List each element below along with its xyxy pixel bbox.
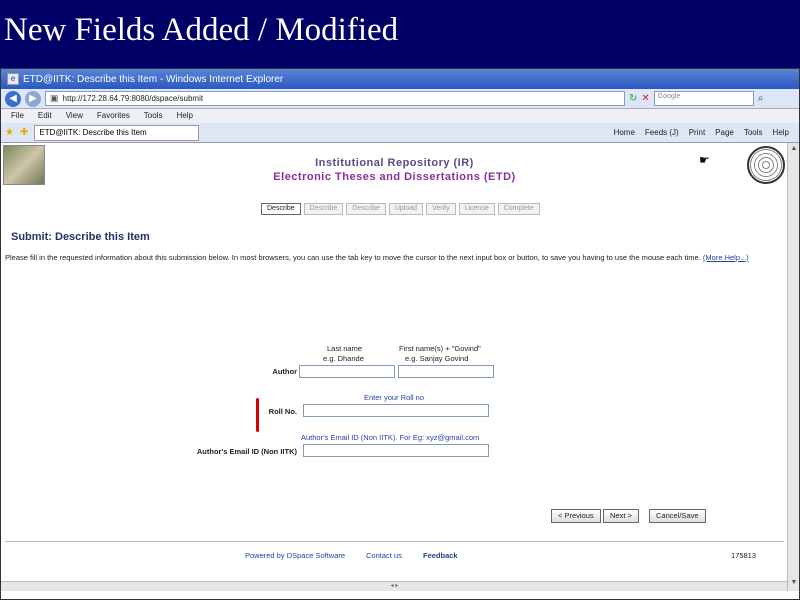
step-verify[interactable]: Verify — [426, 203, 456, 215]
menu-view[interactable]: View — [66, 111, 83, 121]
roll-no-input[interactable] — [303, 404, 489, 417]
email-label: Author's Email ID (Non IITK) — [196, 447, 297, 456]
first-name-example: e.g. Sanjay Govind — [405, 354, 469, 363]
favorites-star-icon[interactable]: ★ — [5, 127, 14, 138]
step-describe-1[interactable]: Describe — [261, 203, 301, 215]
last-name-input[interactable] — [299, 365, 395, 378]
roll-label: Roll No. — [268, 407, 297, 416]
menu-edit[interactable]: Edit — [38, 111, 52, 121]
repo-subtitle: Electronic Theses and Dissertations (ETD… — [273, 171, 516, 183]
last-name-label: Last name — [327, 344, 363, 353]
cmd-print[interactable]: Print — [689, 128, 705, 137]
cmd-page[interactable]: Page — [715, 128, 734, 137]
repo-title: Institutional Repository (IR) — [315, 157, 474, 169]
instructions-text: Please fill in the requested information… — [5, 253, 701, 262]
menu-tools[interactable]: Tools — [144, 111, 163, 121]
search-input[interactable]: Google — [653, 91, 754, 106]
author-label: Author — [272, 367, 297, 376]
page-content: Institutional Repository (IR) Electronic… — [1, 143, 788, 591]
submission-steps: Describe Describe Describe Upload Verify… — [261, 203, 540, 215]
first-name-input[interactable] — [398, 365, 494, 378]
footer-divider — [5, 541, 784, 542]
first-name-label: First name(s) + "Govind" — [399, 344, 481, 353]
feedback-link[interactable]: Feedback — [423, 551, 458, 560]
horizontal-scrollbar[interactable]: ◂ ▸ — [1, 581, 788, 591]
refresh-icon[interactable]: ↻ — [629, 93, 637, 104]
contact-us-link[interactable]: Contact us — [366, 551, 402, 560]
menu-help[interactable]: Help — [176, 111, 192, 121]
logo-hand-icon: ☛ — [699, 153, 710, 167]
add-favorites-icon[interactable]: ✚ — [20, 127, 28, 138]
address-bar: ◀ ▶ ▣ http://172.28.64.79:8080/dspace/su… — [1, 89, 799, 109]
email-hint: Author's Email ID (Non IITK). For Eg: xy… — [301, 433, 480, 442]
cancel-save-button[interactable]: Cancel/Save — [649, 509, 706, 523]
step-describe-3[interactable]: Describe — [346, 203, 386, 215]
email-input[interactable] — [303, 444, 489, 457]
menu-bar: File Edit View Favorites Tools Help — [1, 109, 799, 123]
browser-window: e ETD@IITK: Describe this Item - Windows… — [0, 68, 800, 600]
step-upload[interactable]: Upload — [388, 203, 424, 215]
url-field[interactable]: ▣ http://172.28.64.79:8080/dspace/submit — [45, 91, 625, 106]
previous-button[interactable]: < Previous — [551, 509, 601, 523]
institute-seal-logo — [747, 146, 785, 184]
step-complete[interactable]: Complete — [497, 203, 540, 215]
page-heading: Submit: Describe this Item — [11, 231, 150, 243]
cmd-tools[interactable]: Tools — [744, 128, 763, 137]
cmd-help[interactable]: Help — [773, 128, 789, 137]
menu-favorites[interactable]: Favorites — [97, 111, 130, 121]
cmd-home[interactable]: Home — [614, 128, 635, 137]
scroll-down-icon[interactable]: ▼ — [789, 579, 799, 589]
visitor-count: 175813 — [731, 551, 757, 560]
back-button[interactable]: ◀ — [5, 90, 21, 107]
powered-by-link[interactable]: Powered by DSpace Software — [245, 551, 345, 560]
search-icon[interactable]: ⌕ — [758, 93, 764, 104]
window-titlebar[interactable]: e ETD@IITK: Describe this Item - Windows… — [1, 69, 799, 89]
step-describe-2[interactable]: Describe — [303, 203, 344, 215]
vertical-scrollbar[interactable]: ▲ ▼ — [787, 143, 799, 591]
forward-button[interactable]: ▶ — [25, 90, 41, 107]
ie-logo-icon: e — [7, 73, 19, 85]
last-name-example: e.g. Dhande — [323, 354, 364, 363]
tab-describe-item[interactable]: ETD@IITK: Describe this Item — [34, 124, 200, 141]
window-title: ETD@IITK: Describe this Item - Windows I… — [23, 73, 284, 85]
cmd-feeds[interactable]: Feeds (J) — [645, 128, 679, 137]
scroll-up-icon[interactable]: ▲ — [789, 145, 799, 155]
instructions: Please fill in the requested information… — [5, 253, 780, 263]
command-bar: Home Feeds (J) Print Page Tools Help — [614, 128, 795, 137]
roll-hint: Enter your Roll no — [364, 393, 425, 402]
tab-title: ETD@IITK: Describe this Item — [39, 127, 147, 137]
stop-icon[interactable]: ✕ — [641, 93, 649, 104]
step-license[interactable]: License — [458, 203, 495, 215]
next-button[interactable]: Next > — [603, 509, 639, 523]
more-help-link[interactable]: (More Help...) — [703, 253, 749, 262]
url-text: http://172.28.64.79:8080/dspace/submit — [62, 94, 204, 103]
tab-bar: ★ ✚ ETD@IITK: Describe this Item Home Fe… — [1, 123, 799, 143]
menu-file[interactable]: File — [11, 111, 24, 121]
page-icon: ▣ — [50, 93, 59, 103]
slide-title: New Fields Added / Modified — [4, 12, 399, 48]
